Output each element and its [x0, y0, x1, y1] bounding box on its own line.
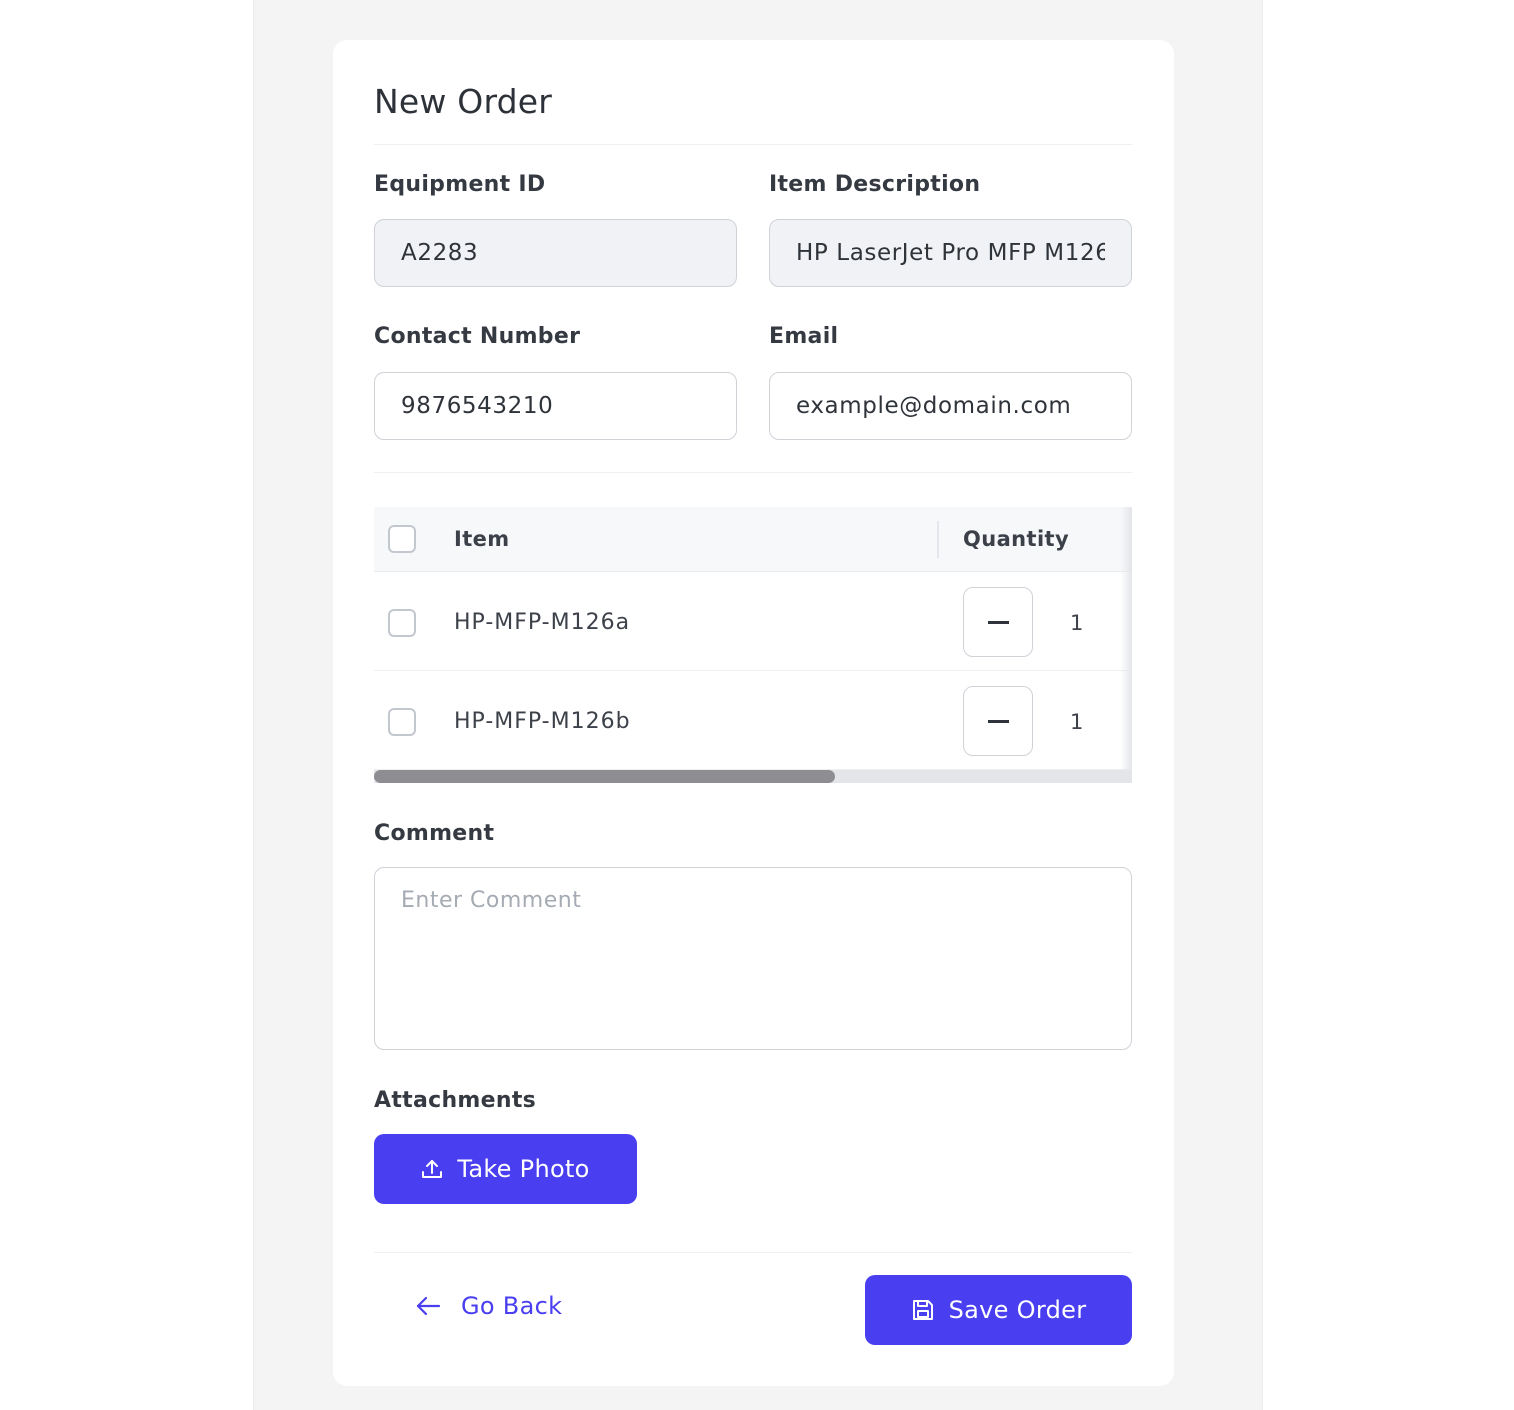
table-row: HP-MFP-M126a 1: [374, 573, 1132, 671]
row-quantity-value: 1: [1070, 611, 1084, 635]
column-header-item: Item: [454, 527, 510, 551]
arrow-left-icon: [416, 1296, 441, 1316]
row-checkbox[interactable]: [388, 609, 416, 637]
row-quantity-value: 1: [1070, 710, 1084, 734]
equipment-id-label: Equipment ID: [374, 172, 546, 197]
take-photo-button[interactable]: Take Photo: [374, 1134, 637, 1204]
decrease-quantity-button[interactable]: [963, 587, 1033, 657]
comment-textarea[interactable]: [374, 867, 1132, 1050]
item-description-label: Item Description: [769, 172, 981, 197]
email-label: Email: [769, 324, 839, 349]
select-all-checkbox[interactable]: [388, 525, 416, 553]
item-description-input[interactable]: [769, 219, 1132, 287]
save-icon: [912, 1300, 933, 1320]
attachments-label: Attachments: [374, 1088, 537, 1113]
comment-label: Comment: [374, 821, 495, 846]
contact-number-input[interactable]: [374, 372, 737, 440]
upload-icon: [422, 1160, 443, 1178]
go-back-button[interactable]: Go Back: [415, 1284, 562, 1328]
save-order-button[interactable]: Save Order: [865, 1275, 1132, 1345]
table-overflow-shadow: [1120, 507, 1132, 770]
new-order-card: New Order Equipment ID Item Description …: [333, 40, 1174, 1386]
row-item-name: HP-MFP-M126a: [454, 610, 631, 635]
minus-icon: [988, 621, 1009, 624]
go-back-label: Go Back: [461, 1292, 563, 1320]
fields-divider: [374, 472, 1132, 473]
row-item-name: HP-MFP-M126b: [454, 709, 631, 734]
column-header-quantity: Quantity: [963, 527, 1070, 551]
column-separator: [937, 521, 939, 558]
items-table: Item Quantity HP-MFP-M126a 1 HP-MFP-M126…: [374, 507, 1132, 783]
table-row: HP-MFP-M126b 1: [374, 672, 1132, 770]
decrease-quantity-button[interactable]: [963, 686, 1033, 756]
save-order-label: Save Order: [948, 1296, 1087, 1324]
contact-number-label: Contact Number: [374, 324, 581, 349]
take-photo-label: Take Photo: [457, 1155, 590, 1183]
minus-icon: [988, 720, 1009, 723]
row-checkbox[interactable]: [388, 708, 416, 736]
equipment-id-input[interactable]: [374, 219, 737, 287]
horizontal-scrollbar-thumb[interactable]: [374, 770, 835, 783]
title-divider: [374, 144, 1132, 145]
email-input[interactable]: [769, 372, 1132, 440]
footer-divider: [374, 1252, 1132, 1253]
page-title: New Order: [374, 82, 553, 121]
table-header: Item Quantity: [374, 507, 1132, 572]
